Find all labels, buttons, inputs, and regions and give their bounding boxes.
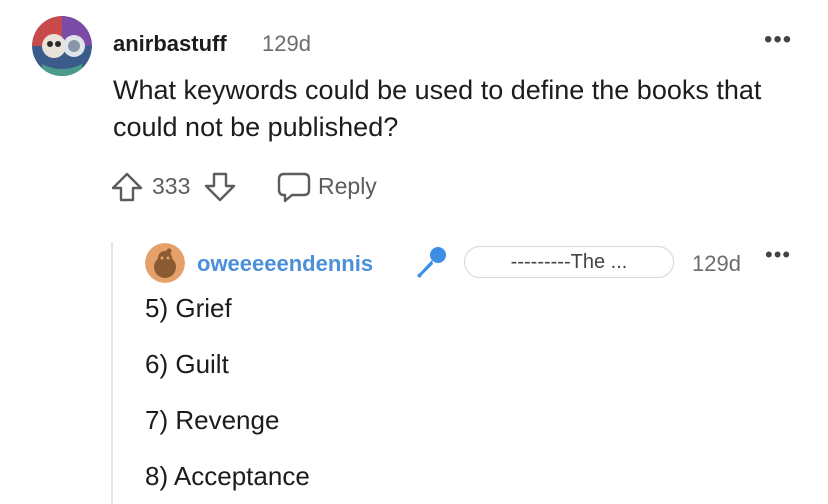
reply-button-label[interactable]: Reply bbox=[318, 173, 377, 200]
speech-bubble-icon bbox=[277, 172, 311, 203]
reply-line: 8) Acceptance bbox=[145, 461, 310, 491]
more-options-icon[interactable]: ••• bbox=[765, 244, 791, 266]
avatar-image bbox=[32, 16, 92, 76]
reply-author[interactable]: oweeeeendennis bbox=[197, 251, 373, 277]
downvote-button[interactable] bbox=[203, 170, 237, 204]
comment-body: What keywords could be used to define th… bbox=[113, 75, 762, 142]
upvote-button[interactable] bbox=[110, 170, 144, 204]
reply-line: 7) Revenge bbox=[145, 405, 280, 435]
arrow-down-icon bbox=[204, 172, 236, 202]
arrow-up-icon bbox=[111, 172, 143, 202]
avatar[interactable] bbox=[32, 16, 92, 76]
reply-line: 5) Grief bbox=[145, 293, 232, 323]
reply-line: 6) Guilt bbox=[145, 349, 229, 379]
vote-score: 333 bbox=[152, 173, 191, 199]
avatar-image bbox=[145, 243, 185, 283]
reply-avatar[interactable] bbox=[145, 243, 185, 283]
comment-timestamp: 129d bbox=[262, 31, 311, 56]
thread-line[interactable] bbox=[111, 242, 113, 504]
microphone-icon bbox=[413, 244, 449, 280]
reply-timestamp: 129d bbox=[692, 251, 741, 276]
more-options-icon[interactable]: ••• bbox=[764, 28, 792, 52]
reply-button[interactable] bbox=[276, 170, 312, 204]
comment-author[interactable]: anirbastuff bbox=[113, 31, 227, 57]
user-flair[interactable]: ---------The ... bbox=[464, 246, 674, 278]
